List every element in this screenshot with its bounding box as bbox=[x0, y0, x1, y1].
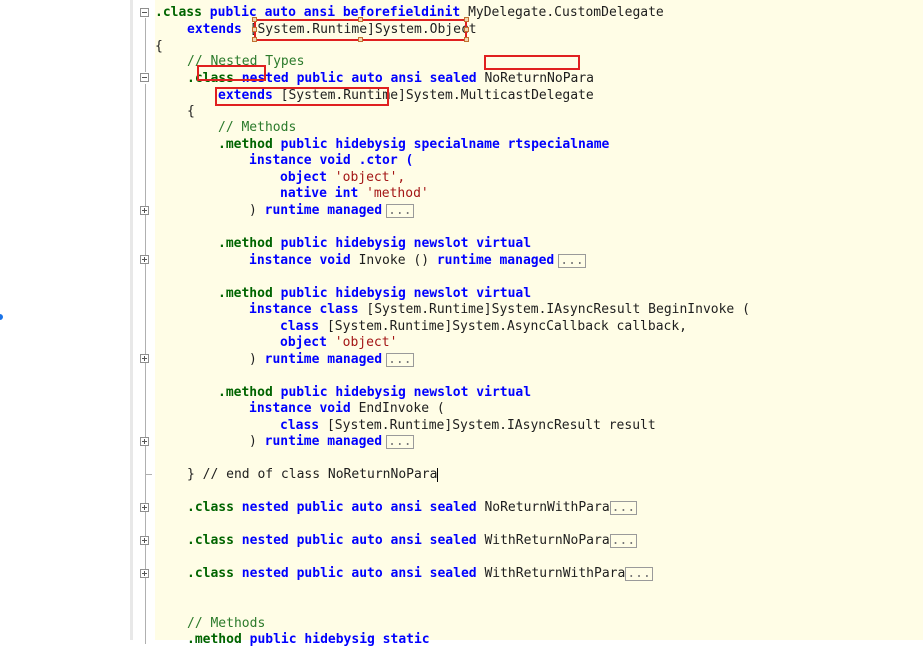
collapsed-body-button[interactable]: ... bbox=[558, 253, 586, 268]
highlight-box bbox=[197, 65, 266, 81]
resize-handle[interactable] bbox=[252, 17, 257, 22]
resize-handle[interactable] bbox=[464, 17, 469, 22]
collapsed-class-line: .class nested public auto ansi sealed No… bbox=[187, 499, 638, 515]
text-caret bbox=[437, 467, 439, 482]
resize-handle[interactable] bbox=[464, 27, 469, 32]
collapsed-class-line: .class nested public auto ansi sealed Wi… bbox=[187, 532, 638, 548]
begininvoke-declaration: .method public hidebysig newslot virtual bbox=[218, 286, 532, 301]
ctor-tail: ) runtime managed... bbox=[249, 202, 414, 218]
ctor-signature: instance void .ctor ( bbox=[249, 153, 414, 168]
endinvoke-param: class [System.Runtime]System.IAsyncResul… bbox=[280, 418, 656, 433]
fold-guide bbox=[145, 18, 146, 72]
collapse-icon[interactable] bbox=[140, 73, 149, 82]
end-of-class-line: } // end of class NoReturnNoPara bbox=[187, 467, 439, 482]
resize-handle[interactable] bbox=[252, 27, 257, 32]
endinvoke-tail: ) runtime managed... bbox=[249, 433, 414, 449]
comment-methods-outer: // Methods bbox=[187, 616, 266, 631]
fold-end-marker bbox=[145, 474, 152, 475]
resize-handle[interactable] bbox=[464, 37, 469, 42]
expand-icon[interactable] bbox=[140, 255, 149, 264]
expand-icon[interactable] bbox=[140, 503, 149, 512]
expand-icon[interactable] bbox=[140, 569, 149, 578]
ctor-param: native int 'method' bbox=[280, 186, 429, 201]
scroll-marker-icon bbox=[0, 314, 3, 320]
expand-icon[interactable] bbox=[140, 437, 149, 446]
collapsed-class-button[interactable]: ... bbox=[609, 533, 638, 548]
open-brace: { bbox=[155, 39, 163, 54]
expand-icon[interactable] bbox=[140, 206, 149, 215]
left-pane bbox=[0, 0, 130, 640]
expand-icon[interactable] bbox=[140, 536, 149, 545]
ctor-declaration: .method public hidebysig specialname rts… bbox=[218, 137, 610, 152]
resize-handle[interactable] bbox=[252, 37, 257, 42]
begininvoke-param: class [System.Runtime]System.AsyncCallba… bbox=[280, 319, 687, 334]
resize-handle[interactable] bbox=[358, 37, 363, 42]
open-brace: { bbox=[187, 104, 195, 119]
invoke-declaration: .method public hidebysig newslot virtual bbox=[218, 236, 532, 251]
highlight-box bbox=[215, 87, 389, 106]
fold-guide bbox=[145, 84, 146, 644]
invoke-signature: instance void Invoke () runtime managed.… bbox=[249, 252, 586, 268]
highlight-box bbox=[484, 55, 580, 70]
collapsed-class-button[interactable]: ... bbox=[625, 566, 653, 581]
comment-methods: // Methods bbox=[218, 120, 297, 135]
begininvoke-tail: ) runtime managed... bbox=[249, 351, 414, 367]
endinvoke-signature: instance void EndInvoke ( bbox=[249, 401, 445, 416]
collapse-icon[interactable] bbox=[140, 8, 149, 17]
collapsed-class-button[interactable]: ... bbox=[609, 500, 638, 515]
begininvoke-param: object 'object' bbox=[280, 335, 398, 350]
begininvoke-signature: instance class [System.Runtime]System.IA… bbox=[249, 302, 750, 317]
collapsed-body-button[interactable]: ... bbox=[386, 203, 414, 218]
ctor-param: object 'object', bbox=[280, 170, 406, 185]
collapsed-body-button[interactable]: ... bbox=[386, 434, 414, 449]
expand-icon[interactable] bbox=[140, 354, 149, 363]
endinvoke-declaration: .method public hidebysig newslot virtual bbox=[218, 385, 532, 400]
collapsed-class-line: .class nested public auto ansi sealed Wi… bbox=[187, 565, 653, 581]
resize-handle[interactable] bbox=[358, 17, 363, 22]
collapsed-body-button[interactable]: ... bbox=[386, 352, 414, 367]
